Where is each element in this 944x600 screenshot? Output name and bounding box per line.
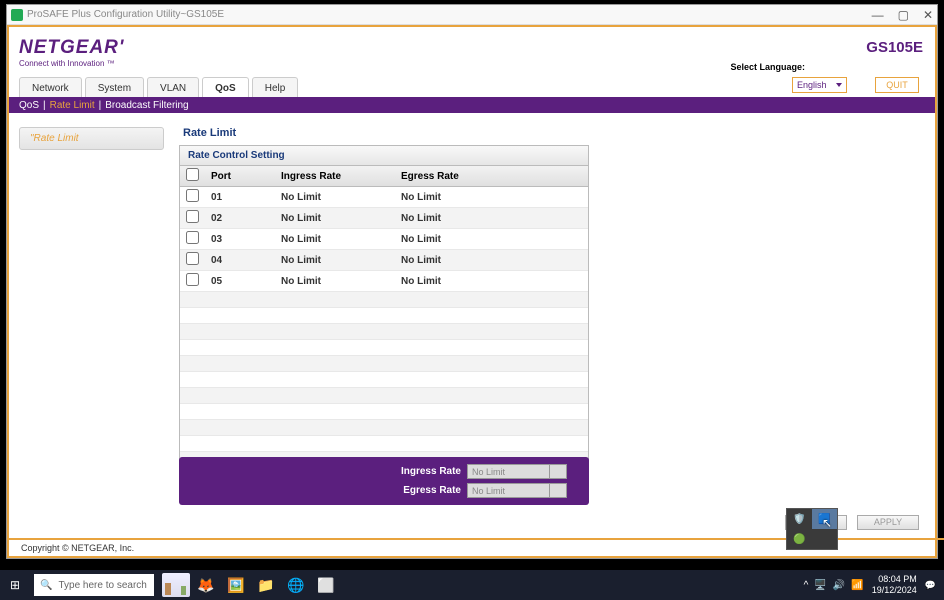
cell-ingress: No Limit: [275, 250, 395, 271]
cell-port: 02: [205, 208, 275, 229]
cell-port: 01: [205, 187, 275, 208]
table-row[interactable]: 05No LimitNo Limit: [180, 271, 588, 292]
taskbar-app-icon[interactable]: [162, 571, 190, 599]
row-checkbox[interactable]: [186, 189, 199, 202]
table-row[interactable]: 04No LimitNo Limit: [180, 250, 588, 271]
start-button[interactable]: ⊞: [0, 570, 30, 600]
row-checkbox[interactable]: [186, 252, 199, 265]
ingress-rate-select[interactable]: No Limit: [467, 464, 567, 479]
apply-button[interactable]: APPLY: [857, 515, 919, 530]
table-row[interactable]: 01No LimitNo Limit: [180, 187, 588, 208]
language-label: Select Language:: [730, 62, 805, 72]
cell-egress: No Limit: [395, 229, 588, 250]
taskbar-firefox-icon[interactable]: 🦊: [192, 571, 220, 599]
cell-egress: No Limit: [395, 187, 588, 208]
row-checkbox[interactable]: [186, 210, 199, 223]
select-all-checkbox[interactable]: [186, 168, 199, 181]
window-title: ProSAFE Plus Configuration Utility~GS105…: [27, 9, 872, 20]
systray-volume-icon[interactable]: 🔊: [833, 580, 845, 591]
table-row[interactable]: 03No LimitNo Limit: [180, 229, 588, 250]
taskbar: ⊞ 🔍 Type here to search 🦊 🖼️ 📁 🌐 ⬜ ^ 🖥️ …: [0, 570, 944, 600]
maximize-button[interactable]: ▢: [898, 8, 909, 22]
cell-port: 05: [205, 271, 275, 292]
footer-ingress-label: Ingress Rate: [401, 466, 461, 477]
table-row[interactable]: 02No LimitNo Limit: [180, 208, 588, 229]
header-port: Port: [205, 166, 275, 187]
brand-block: NETGEAR' Connect with Innovation ™: [19, 37, 124, 68]
language-select[interactable]: English: [792, 77, 847, 93]
taskbar-app-icon[interactable]: ⬜: [312, 571, 340, 599]
table-row-empty: [180, 340, 588, 356]
rate-footer-panel: Ingress Rate No Limit Egress Rate No Lim…: [179, 457, 589, 505]
tab-qos[interactable]: QoS: [202, 77, 249, 99]
close-button[interactable]: ✕: [923, 8, 933, 22]
systray-monitor-icon[interactable]: 🖥️: [814, 580, 826, 591]
systray-notifications-icon[interactable]: 💬: [925, 580, 936, 591]
row-checkbox[interactable]: [186, 273, 199, 286]
quit-button[interactable]: QUIT: [875, 77, 919, 93]
brand-logo: NETGEAR': [19, 37, 124, 59]
subnav-rate-limit[interactable]: Rate Limit: [50, 100, 95, 111]
sidebar-item-rate-limit[interactable]: "Rate Limit: [19, 127, 164, 150]
table-row-empty: [180, 404, 588, 420]
table-row-empty: [180, 324, 588, 340]
table-row-empty: [180, 356, 588, 372]
mouse-cursor-icon: ↖: [822, 516, 832, 530]
rate-table: Port Ingress Rate Egress Rate 01No Limit…: [179, 166, 589, 485]
cell-ingress: No Limit: [275, 208, 395, 229]
cell-port: 04: [205, 250, 275, 271]
cell-ingress: No Limit: [275, 187, 395, 208]
egress-rate-select[interactable]: No Limit: [467, 483, 567, 498]
taskbar-clock[interactable]: 08:04 PM 19/12/2024: [872, 574, 917, 596]
systray-network-icon[interactable]: 📶: [851, 580, 863, 591]
tab-vlan[interactable]: VLAN: [147, 77, 199, 99]
row-checkbox[interactable]: [186, 231, 199, 244]
footer-egress-label: Egress Rate: [403, 485, 461, 496]
cell-egress: No Limit: [395, 250, 588, 271]
main-tabs: Network System VLAN QoS Help: [19, 77, 298, 99]
tab-network[interactable]: Network: [19, 77, 82, 99]
subnav-bar: QoS | Rate Limit | Broadcast Filtering: [9, 97, 935, 113]
app-icon: [11, 9, 23, 21]
subnav-qos[interactable]: QoS: [19, 100, 39, 111]
tray-app-icon[interactable]: 🟢: [787, 529, 812, 549]
header-ingress: Ingress Rate: [275, 166, 395, 187]
model-label: GS105E: [866, 39, 923, 56]
copyright-text: Copyright © NETGEAR, Inc.: [21, 543, 134, 553]
section-header: Rate Control Setting: [179, 145, 589, 166]
cell-ingress: No Limit: [275, 229, 395, 250]
table-row-empty: [180, 436, 588, 452]
taskbar-app-icon[interactable]: 🖼️: [222, 571, 250, 599]
cell-ingress: No Limit: [275, 271, 395, 292]
tray-app-icon[interactable]: 🛡️: [787, 509, 812, 529]
header-egress: Egress Rate: [395, 166, 588, 187]
table-row-empty: [180, 308, 588, 324]
subnav-broadcast-filtering[interactable]: Broadcast Filtering: [105, 100, 188, 111]
taskbar-search[interactable]: 🔍 Type here to search: [34, 574, 154, 596]
tab-help[interactable]: Help: [252, 77, 299, 99]
cell-port: 03: [205, 229, 275, 250]
taskbar-explorer-icon[interactable]: 📁: [252, 571, 280, 599]
tray-app-icon[interactable]: [812, 529, 837, 549]
cell-egress: No Limit: [395, 208, 588, 229]
table-row-empty: [180, 372, 588, 388]
search-placeholder: Type here to search: [58, 580, 146, 591]
table-row-empty: [180, 420, 588, 436]
search-icon: 🔍: [40, 580, 52, 591]
brand-tagline: Connect with Innovation ™: [19, 59, 124, 68]
window-titlebar: ProSAFE Plus Configuration Utility~GS105…: [7, 5, 937, 25]
panel-title: Rate Limit: [179, 127, 589, 139]
taskbar-app-icon[interactable]: 🌐: [282, 571, 310, 599]
table-row-empty: [180, 292, 588, 308]
cell-egress: No Limit: [395, 271, 588, 292]
tab-system[interactable]: System: [85, 77, 144, 99]
table-row-empty: [180, 388, 588, 404]
minimize-button[interactable]: —: [872, 8, 884, 22]
systray-chevron-icon[interactable]: ^: [804, 580, 809, 591]
